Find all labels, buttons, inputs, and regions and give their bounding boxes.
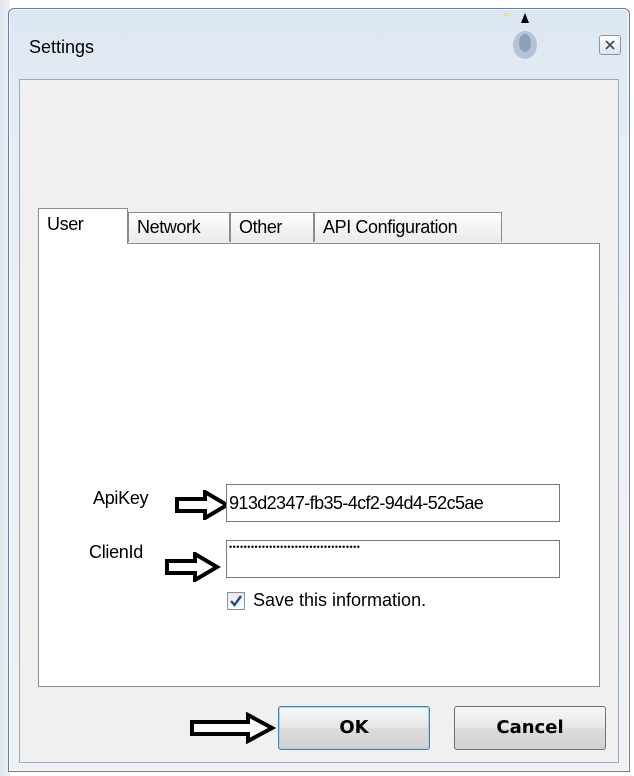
tab-api-configuration[interactable]: API Configuration bbox=[314, 212, 502, 242]
mouse-cursor-icon bbox=[503, 13, 537, 59]
checkmark-icon bbox=[230, 595, 242, 607]
outline-right-arrow-icon bbox=[190, 712, 276, 744]
outline-right-arrow-icon bbox=[175, 490, 231, 520]
apikey-input[interactable] bbox=[226, 484, 560, 522]
tab-api-configuration-label: API Configuration bbox=[323, 217, 458, 237]
tab-other-label: Other bbox=[239, 217, 283, 237]
tab-network[interactable]: Network bbox=[128, 212, 230, 242]
tab-network-label: Network bbox=[137, 217, 201, 237]
tab-user[interactable]: User bbox=[38, 208, 128, 244]
dialog-client-area: User Network Other API Configuration Api… bbox=[19, 79, 619, 763]
apikey-label: ApiKey bbox=[93, 488, 149, 508]
tab-user-label: User bbox=[47, 214, 84, 234]
cancel-button[interactable]: Cancel bbox=[454, 706, 606, 750]
ok-button-label: OK bbox=[339, 717, 369, 738]
window-title: Settings bbox=[29, 37, 95, 57]
clientid-label: ClienId bbox=[89, 542, 143, 562]
titlebar: Settings bbox=[9, 9, 629, 79]
outline-right-arrow-icon bbox=[165, 552, 221, 582]
settings-dialog: Settings User Network Other API Configur… bbox=[8, 8, 630, 772]
cancel-button-label: Cancel bbox=[496, 717, 564, 738]
close-button[interactable] bbox=[599, 35, 621, 55]
close-icon bbox=[605, 40, 615, 50]
clientid-input[interactable]: •••••••••••••••••••••••••••••••••••• bbox=[226, 540, 560, 578]
ok-button[interactable]: OK bbox=[278, 706, 430, 750]
tab-other[interactable]: Other bbox=[230, 212, 314, 242]
user-tab-panel: ApiKey ClienId •••••••••••••••••••••••••… bbox=[38, 243, 600, 687]
save-information-label[interactable]: Save this information. bbox=[253, 590, 426, 611]
save-information-checkbox[interactable] bbox=[227, 592, 245, 610]
